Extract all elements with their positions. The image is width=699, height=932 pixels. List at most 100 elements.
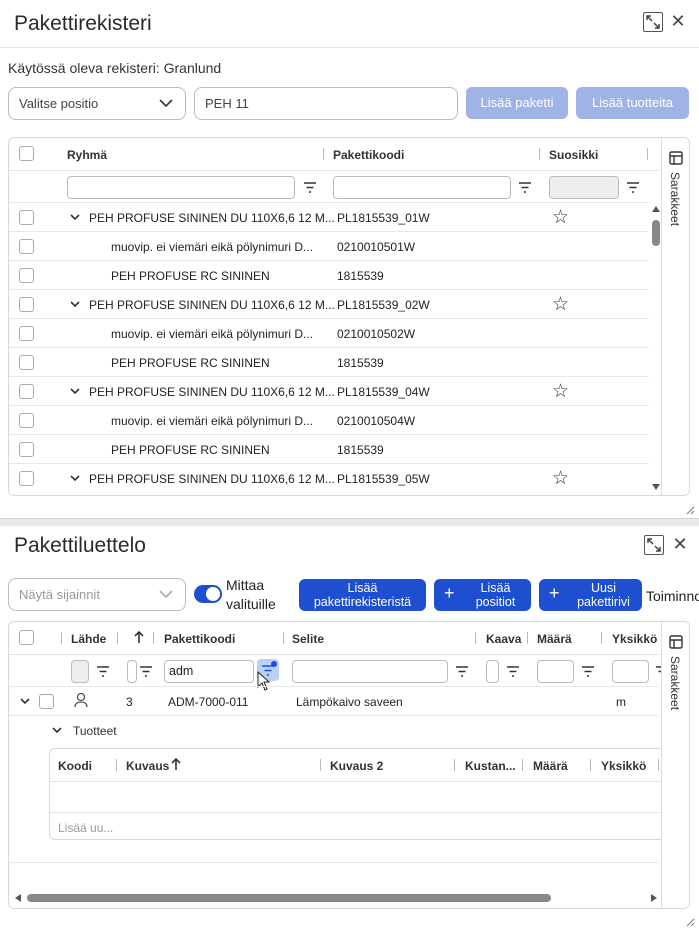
- select-all-checkbox[interactable]: [19, 630, 34, 645]
- filter-icon[interactable]: [303, 182, 317, 193]
- row-checkbox[interactable]: [39, 694, 54, 709]
- chevron-down-icon[interactable]: [69, 386, 81, 396]
- filter-icon[interactable]: [518, 182, 532, 193]
- col-header-description[interactable]: Kuvaus: [126, 759, 169, 773]
- row-checkbox[interactable]: [19, 355, 34, 370]
- col-header-description[interactable]: Selite: [292, 632, 324, 646]
- scroll-left-icon[interactable]: [15, 894, 21, 902]
- chevron-down-icon[interactable]: [51, 725, 63, 735]
- column-divider[interactable]: [320, 759, 321, 771]
- filter-icon[interactable]: [455, 666, 469, 677]
- expand-icon[interactable]: [643, 12, 663, 32]
- resize-grip-icon[interactable]: [686, 918, 695, 927]
- star-icon[interactable]: ☆: [552, 293, 569, 316]
- table-row[interactable]: PEH PROFUSE RC SININEN 1815539: [9, 434, 649, 463]
- row-checkbox[interactable]: [19, 413, 34, 428]
- col-header-formula[interactable]: Kaava: [486, 632, 521, 646]
- description-filter-input[interactable]: [292, 660, 448, 683]
- filter-icon[interactable]: [96, 666, 110, 677]
- filter-icon[interactable]: [139, 666, 153, 677]
- col-header-favorite[interactable]: Suosikki: [549, 148, 598, 162]
- col-header-code[interactable]: Koodi: [58, 759, 92, 773]
- column-divider[interactable]: [590, 759, 591, 771]
- column-divider[interactable]: [647, 148, 648, 160]
- row-checkbox[interactable]: [19, 326, 34, 341]
- col-header-cost[interactable]: Kustan...: [465, 759, 516, 773]
- column-divider[interactable]: [527, 632, 528, 644]
- columns-side-tab[interactable]: Sarakkeet: [661, 622, 689, 908]
- row-checkbox[interactable]: [19, 239, 34, 254]
- col-header-package-code[interactable]: Pakettikoodi: [333, 148, 404, 162]
- scroll-thumb[interactable]: [652, 220, 660, 246]
- filter-icon[interactable]: [626, 182, 640, 193]
- table-row[interactable]: muovip. ei viemäri eikä pölynimuri D... …: [9, 231, 649, 260]
- star-icon[interactable]: ☆: [552, 206, 569, 229]
- table-row[interactable]: muovip. ei viemäri eikä pölynimuri D... …: [9, 318, 649, 347]
- actions-menu[interactable]: Toiminnot: [646, 588, 699, 604]
- col-header-group[interactable]: Ryhmä: [67, 148, 107, 162]
- chevron-down-icon[interactable]: [69, 299, 81, 309]
- column-divider[interactable]: [475, 632, 476, 644]
- column-divider[interactable]: [153, 632, 154, 644]
- table-row[interactable]: PEH PROFUSE SININEN DU 110X6,6 12 M... P…: [9, 202, 649, 231]
- filter-icon[interactable]: [506, 666, 520, 677]
- resize-grip-icon[interactable]: [686, 506, 695, 515]
- scroll-up-icon[interactable]: [652, 206, 660, 212]
- table-row[interactable]: muovip. ei viemäri eikä pölynimuri D... …: [9, 405, 649, 434]
- add-row-placeholder[interactable]: Lisää uu...: [58, 821, 113, 835]
- table-row[interactable]: PEH PROFUSE RC SININEN 1815539: [9, 260, 649, 289]
- scroll-down-icon[interactable]: [652, 484, 660, 490]
- table-row[interactable]: PEH PROFUSE SININEN DU 110X6,6 12 M... P…: [9, 463, 649, 492]
- group-filter-input[interactable]: [67, 176, 295, 199]
- column-divider[interactable]: [117, 632, 118, 644]
- row-checkbox[interactable]: [19, 297, 34, 312]
- code-filter-input[interactable]: [333, 176, 511, 199]
- add-row[interactable]: Lisää uu...: [50, 812, 670, 840]
- scroll-right-icon[interactable]: [651, 894, 657, 902]
- add-products-button[interactable]: Lisää tuotteita: [576, 87, 689, 119]
- row-checkbox[interactable]: [19, 384, 34, 399]
- new-package-row-button[interactable]: + Uusi pakettirivi: [539, 579, 642, 611]
- vertical-scrollbar[interactable]: [651, 204, 661, 494]
- horizontal-scrollbar[interactable]: [13, 893, 659, 903]
- table-row[interactable]: PEH PROFUSE SININEN DU 110X6,6 12 M... P…: [9, 376, 649, 405]
- col-header-quantity[interactable]: Määrä: [537, 632, 572, 646]
- column-divider[interactable]: [539, 148, 540, 160]
- col-header-description-2[interactable]: Kuvaus 2: [330, 759, 383, 773]
- chevron-down-icon[interactable]: [69, 212, 81, 222]
- row-checkbox[interactable]: [19, 442, 34, 457]
- favorite-filter-input[interactable]: [549, 176, 619, 199]
- table-row[interactable]: PEH PROFUSE SININEN DU 110X6,6 12 M... P…: [9, 289, 649, 318]
- column-divider[interactable]: [601, 632, 602, 644]
- chevron-down-icon[interactable]: [19, 696, 31, 706]
- measure-toggle[interactable]: [194, 585, 222, 603]
- column-divider[interactable]: [323, 148, 324, 160]
- select-all-checkbox[interactable]: [19, 146, 34, 161]
- column-divider[interactable]: [522, 759, 523, 771]
- formula-filter-input[interactable]: [486, 660, 499, 683]
- expand-icon[interactable]: [644, 535, 664, 555]
- quantity-filter-input[interactable]: [537, 660, 574, 683]
- add-positions-button[interactable]: + Lisää positiot: [434, 579, 531, 611]
- close-icon[interactable]: ✕: [668, 11, 688, 32]
- column-divider[interactable]: [116, 759, 117, 771]
- column-divider[interactable]: [61, 632, 62, 644]
- location-select[interactable]: Näytä sijainnit: [8, 578, 186, 611]
- filter-icon[interactable]: [581, 666, 595, 677]
- package-search-input[interactable]: PEH 11: [194, 87, 458, 120]
- unit-filter-input[interactable]: [612, 660, 649, 683]
- table-row[interactable]: 3 ADM-7000-011 Lämpökaivo saveen m: [9, 686, 659, 715]
- table-row[interactable]: PEH PROFUSE RC SININEN 1815539: [9, 347, 649, 376]
- col-header-package-code[interactable]: Pakettikoodi: [164, 632, 235, 646]
- add-from-registry-button[interactable]: Lisää pakettirekisteristä: [299, 579, 426, 611]
- column-divider[interactable]: [454, 759, 455, 771]
- col-header-source[interactable]: Lähde: [71, 632, 106, 646]
- col-header-unit[interactable]: Yksikkö: [612, 632, 657, 646]
- column-divider[interactable]: [658, 759, 659, 771]
- code-filter-input[interactable]: adm: [164, 660, 254, 683]
- row-checkbox[interactable]: [19, 210, 34, 225]
- position-select[interactable]: Valitse positio: [8, 87, 186, 120]
- col-header-quantity[interactable]: Määrä: [533, 759, 568, 773]
- column-divider[interactable]: [283, 632, 284, 644]
- sort-ascending-icon[interactable]: [133, 630, 145, 644]
